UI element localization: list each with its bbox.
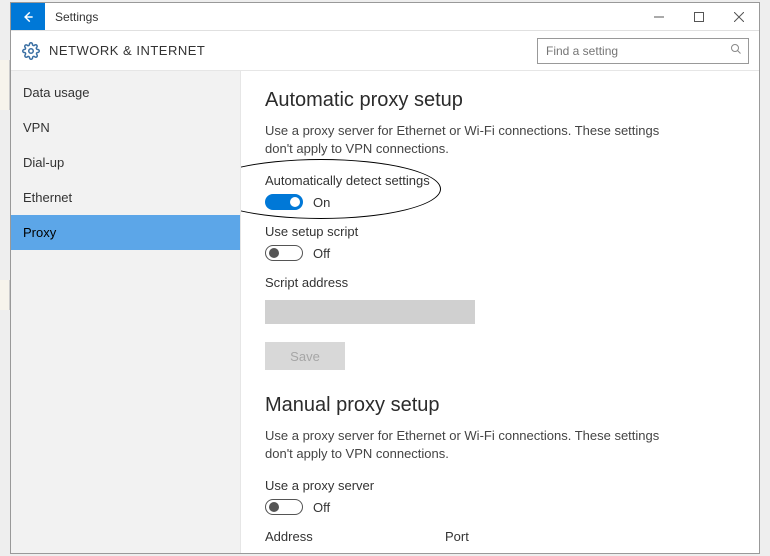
save-button[interactable]: Save [265,342,345,370]
section-title: NETWORK & INTERNET [49,43,205,58]
window-controls [639,3,759,30]
script-address-input[interactable] [265,300,475,324]
titlebar: Settings [11,3,759,31]
use-proxy-state: Off [313,500,330,515]
maximize-button[interactable] [679,3,719,30]
header-bar: NETWORK & INTERNET [11,31,759,71]
background-fragment [0,280,10,310]
gear-icon [21,41,41,61]
automatic-desc: Use a proxy server for Ethernet or Wi-Fi… [265,122,675,157]
settings-window: Settings NETWORK & INTERNET Da [10,2,760,554]
address-label: Address [265,529,425,544]
minimize-icon [654,12,664,22]
maximize-icon [694,12,704,22]
close-button[interactable] [719,3,759,30]
sidebar-item-proxy[interactable]: Proxy [11,215,240,250]
automatic-heading: Automatic proxy setup [265,89,735,112]
back-button[interactable] [11,3,45,30]
use-proxy-toggle[interactable] [265,499,303,515]
sidebar-item-ethernet[interactable]: Ethernet [11,180,240,215]
auto-detect-state: On [313,195,330,210]
auto-detect-label: Automatically detect settings [265,173,735,188]
sidebar-item-vpn[interactable]: VPN [11,110,240,145]
content-panel: Automatic proxy setup Use a proxy server… [241,71,759,553]
window-title: Settings [45,3,108,30]
sidebar-item-dial-up[interactable]: Dial-up [11,145,240,180]
setup-script-label: Use setup script [265,224,735,239]
arrow-left-icon [21,10,35,24]
search-icon [730,43,742,58]
sidebar-item-data-usage[interactable]: Data usage [11,75,240,110]
manual-desc: Use a proxy server for Ethernet or Wi-Fi… [265,427,675,462]
auto-detect-toggle[interactable] [265,194,303,210]
setup-script-toggle[interactable] [265,245,303,261]
script-address-label: Script address [265,275,735,290]
search-input[interactable] [544,43,730,59]
setup-script-state: Off [313,246,330,261]
use-proxy-label: Use a proxy server [265,478,735,493]
background-fragment [0,60,10,110]
manual-heading: Manual proxy setup [265,394,735,417]
search-box[interactable] [537,38,749,64]
minimize-button[interactable] [639,3,679,30]
port-label: Port [445,529,545,544]
sidebar: Data usage VPN Dial-up Ethernet Proxy [11,71,241,553]
close-icon [734,12,744,22]
